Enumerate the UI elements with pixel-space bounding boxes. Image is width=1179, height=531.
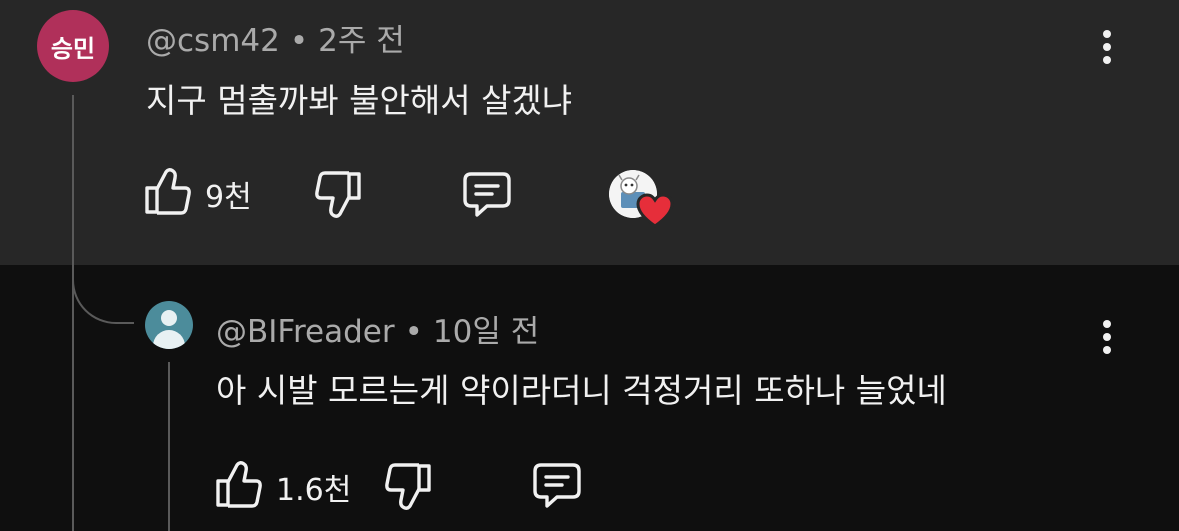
- like-count: 9천: [205, 180, 252, 215]
- comment-meta: @csm42 • 2주 전: [146, 15, 405, 60]
- thumbs-up-icon[interactable]: [215, 459, 263, 509]
- separator: •: [289, 23, 309, 59]
- more-vertical-icon[interactable]: [1100, 320, 1114, 359]
- timestamp[interactable]: 2주 전: [318, 23, 405, 59]
- author-name[interactable]: @BIFreader: [216, 314, 395, 350]
- separator: •: [404, 314, 423, 350]
- comment-meta: @BIFreader • 10일 전: [216, 306, 539, 351]
- avatar[interactable]: [145, 301, 193, 349]
- thumbs-down-icon[interactable]: [384, 462, 432, 512]
- thumbs-down-icon[interactable]: [314, 170, 362, 220]
- thumbs-up-icon[interactable]: [144, 166, 192, 216]
- heart-icon: [636, 193, 674, 228]
- comment-text: 지구 멈출까봐 불안해서 살겠냐: [146, 81, 573, 120]
- reply-comment-icon[interactable]: [462, 171, 512, 219]
- timestamp[interactable]: 10일 전: [433, 314, 539, 350]
- avatar[interactable]: 승민: [37, 10, 109, 82]
- thread-line-main: [72, 95, 74, 531]
- comment-text: 아 시발 모르는게 약이라더니 걱정거리 또하나 늘었네: [216, 371, 947, 410]
- author-name[interactable]: @csm42: [146, 23, 280, 59]
- more-vertical-icon[interactable]: [1100, 30, 1114, 69]
- thread-line-reply: [168, 362, 170, 531]
- like-count: 1.6천: [276, 473, 352, 508]
- reply-comment-icon[interactable]: [532, 462, 582, 510]
